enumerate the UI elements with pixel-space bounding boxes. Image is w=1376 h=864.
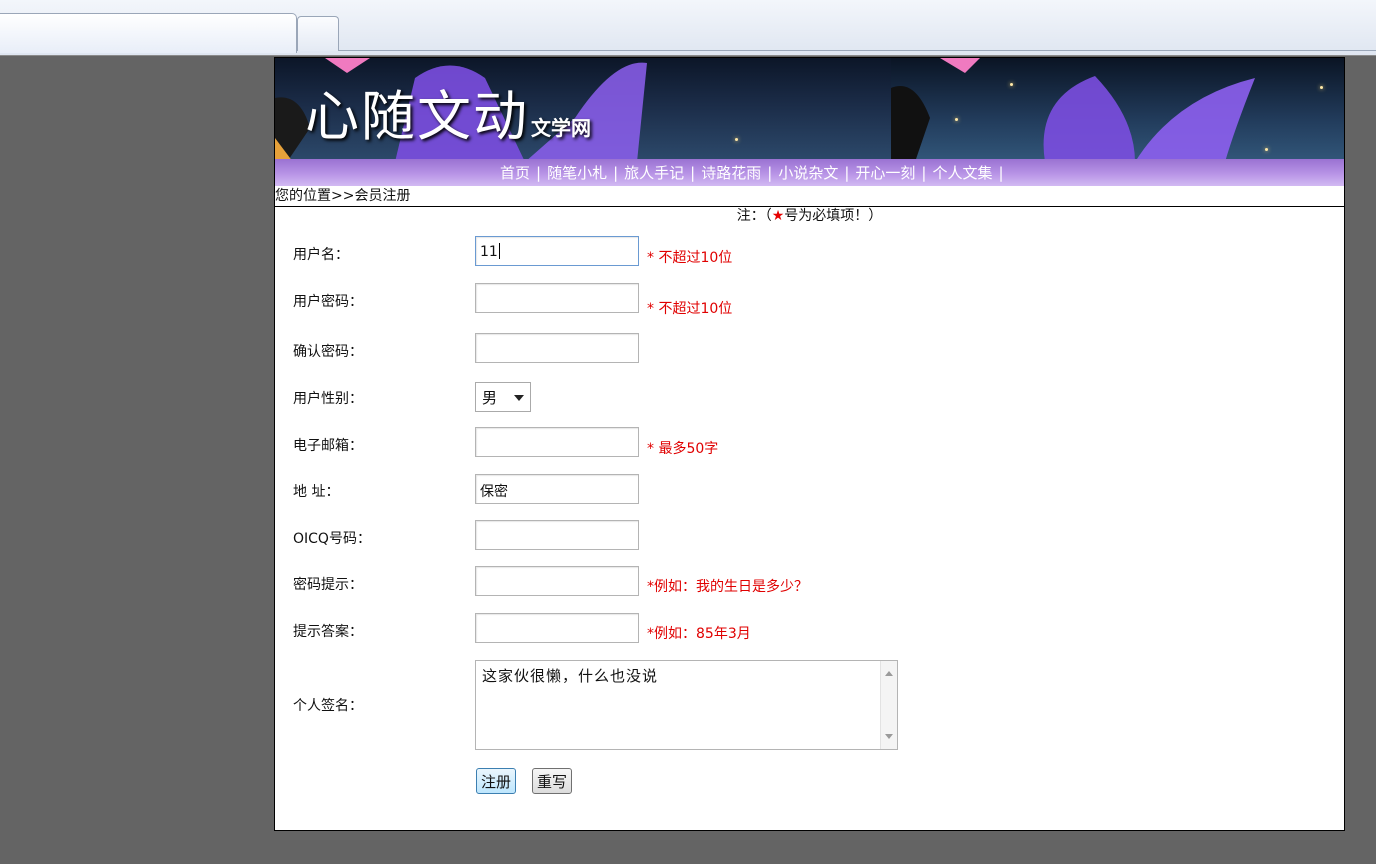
nav-separator: | [844, 164, 850, 182]
signature-value: 这家伙很懒，什么也没说 [482, 667, 659, 685]
email-hint: * 最多50字 [647, 441, 719, 457]
nav-item[interactable]: 个人文集 [932, 164, 992, 182]
password-input[interactable] [475, 283, 639, 313]
tab-strip-divider [339, 50, 1376, 51]
star-dot [735, 138, 738, 141]
note-suffix: 号为必填项！） [784, 208, 883, 224]
nav-separator: | [690, 164, 696, 182]
oicq-label: OICQ号码： [293, 531, 371, 547]
nav-item[interactable]: 开心一刻 [855, 164, 915, 182]
submit-button[interactable]: 注册 [476, 768, 517, 794]
nav-item[interactable]: 旅人手记 [624, 164, 684, 182]
textarea-scrollbar[interactable] [880, 661, 897, 749]
required-star-icon: ★ [771, 208, 785, 224]
address-value: 保密 [480, 484, 508, 500]
site-subtitle: 文学网 [531, 116, 591, 140]
new-tab-button[interactable] [297, 16, 339, 51]
password-answer-label: 提示答案： [293, 624, 363, 640]
oicq-input[interactable] [475, 520, 639, 550]
password-answer-input[interactable] [475, 613, 639, 643]
browser-tab[interactable] [0, 13, 297, 53]
password-question-input[interactable] [475, 566, 639, 596]
nav-item[interactable]: 首页 [500, 164, 530, 182]
address-label: 地 址： [293, 484, 340, 500]
gender-select[interactable]: 男 [475, 382, 531, 412]
star-dot [1320, 86, 1323, 89]
signature-label: 个人签名： [293, 698, 363, 714]
site-title: 心随文动 [305, 85, 529, 148]
password-question-hint: *例如：我的生日是多少？ [647, 579, 808, 595]
site-banner: 心随文动 文学网 [275, 58, 1344, 162]
star-dot [1010, 83, 1013, 86]
scroll-up-icon[interactable] [885, 671, 893, 676]
nav-separator: | [536, 164, 542, 182]
nav-item[interactable]: 小说杂文 [778, 164, 838, 182]
star-dot [1265, 148, 1268, 151]
confirm-password-input[interactable] [475, 333, 639, 363]
browser-chrome [0, 0, 1376, 56]
confirm-password-label: 确认密码： [293, 344, 363, 360]
email-label: 电子邮箱： [293, 438, 363, 454]
text-caret [498, 243, 500, 259]
main-nav: 首页 | 随笔小札 | 旅人手记 | 诗路花雨 | 小说杂文 | 开心一刻 | 个人文集 | [275, 159, 1344, 186]
site-logo: 心随文动 文学网 [305, 72, 591, 151]
note-prefix: 注：（ [736, 208, 772, 224]
password-question-label: 密码提示： [293, 577, 363, 593]
nav-separator: | [767, 164, 773, 182]
email-input[interactable] [475, 427, 639, 457]
username-label: 用户名： [293, 247, 349, 263]
page-frame: 心随文动 文学网 首页 | 随笔小札 | 旅人手记 | 诗路花雨 | 小说杂文 | 开心一刻 | 个人文集… [274, 57, 1345, 831]
signature-textarea[interactable]: 这家伙很懒，什么也没说 [475, 660, 898, 750]
chevron-down-icon [514, 395, 524, 401]
star-dot [955, 118, 958, 121]
required-note: 注：（★号为必填项！） [275, 207, 1344, 225]
nav-item[interactable]: 随笔小札 [547, 164, 607, 182]
nav-separator: | [613, 164, 619, 182]
nav-separator: | [921, 164, 927, 182]
nav-item[interactable]: 诗路花雨 [701, 164, 761, 182]
password-answer-hint: *例如：85年3月 [647, 626, 751, 642]
username-value: 11 [480, 244, 498, 260]
password-hint: * 不超过10位 [647, 301, 733, 317]
address-input[interactable]: 保密 [475, 474, 639, 504]
username-hint: * 不超过10位 [647, 250, 733, 266]
nav-separator: | [998, 164, 1004, 182]
gender-label: 用户性别： [293, 391, 363, 407]
scroll-down-icon[interactable] [885, 734, 893, 739]
reset-button[interactable]: 重写 [532, 768, 573, 794]
username-input[interactable]: 11 [475, 236, 639, 266]
gender-selected-value: 男 [482, 389, 498, 407]
breadcrumb: 您的位置>>会员注册 [275, 186, 1344, 207]
main-nav-list: 首页 | 随笔小札 | 旅人手记 | 诗路花雨 | 小说杂文 | 开心一刻 | 个人文集 | [275, 159, 1344, 183]
password-label: 用户密码： [293, 294, 363, 310]
